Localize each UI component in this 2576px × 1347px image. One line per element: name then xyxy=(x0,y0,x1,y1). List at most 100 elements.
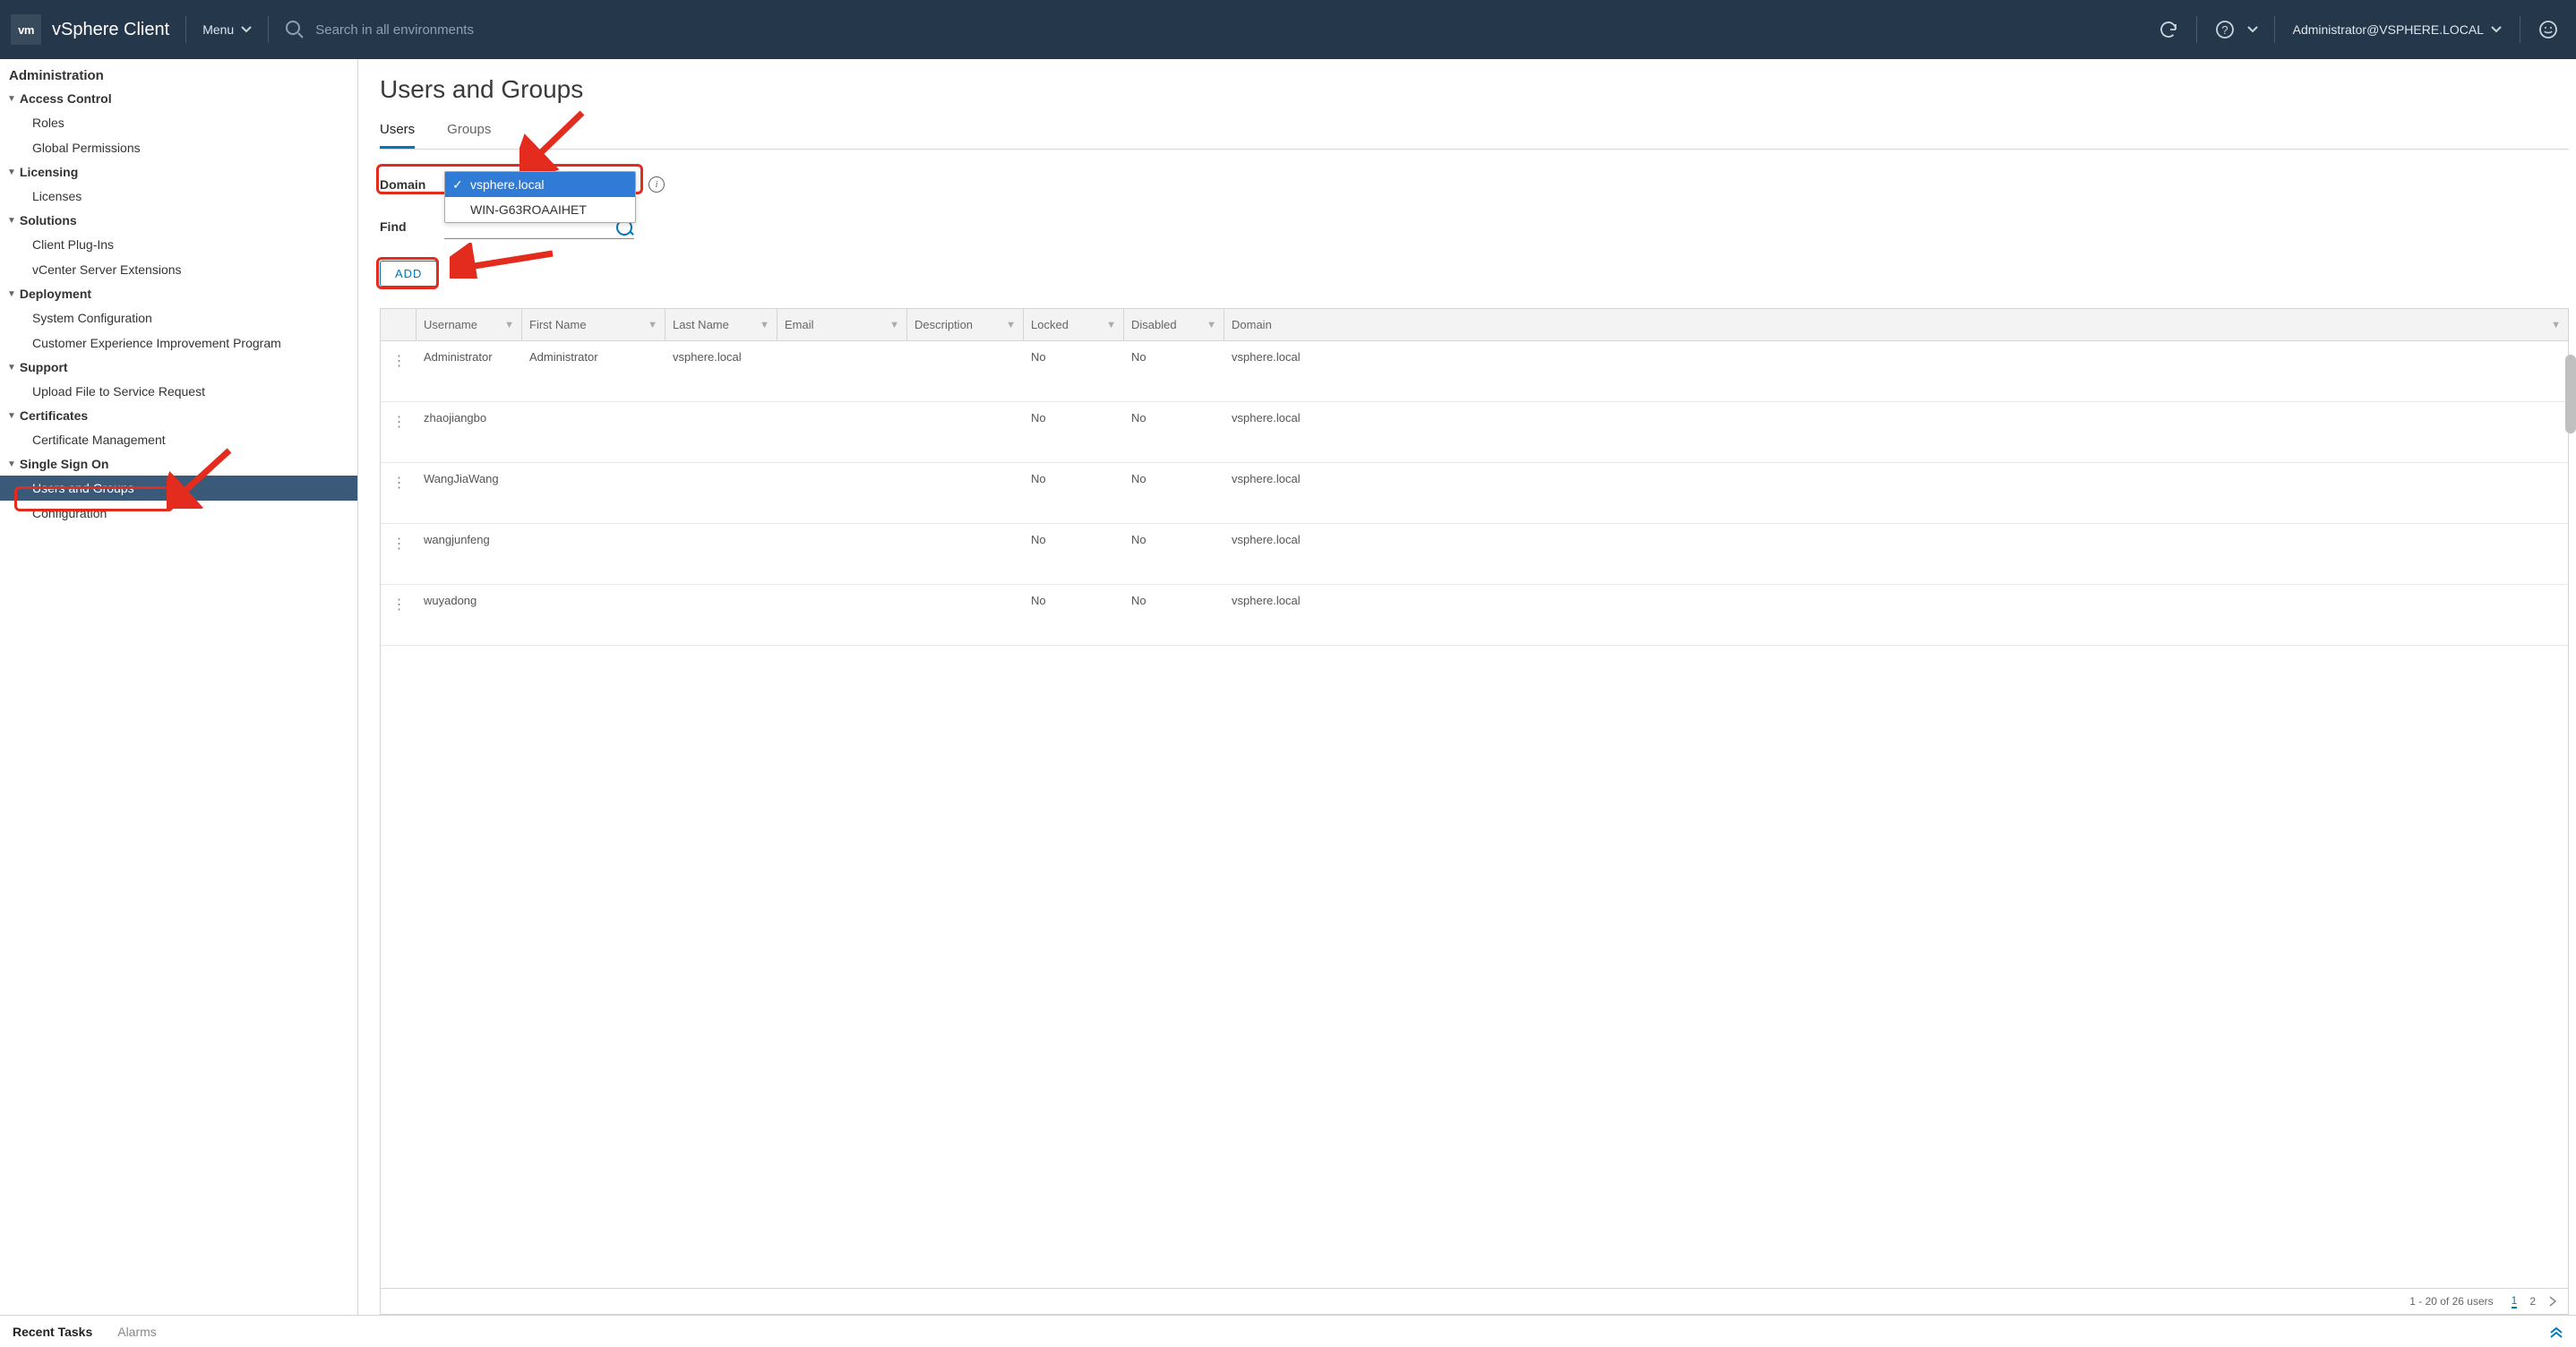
tab-groups[interactable]: Groups xyxy=(447,122,491,149)
table-row[interactable]: ⋮AdministratorAdministratorvsphere.local… xyxy=(381,341,2568,402)
caret-down-icon: ▼ xyxy=(7,459,16,469)
row-actions-menu[interactable]: ⋮ xyxy=(381,341,416,401)
chevron-down-icon xyxy=(2247,26,2258,33)
sidebar-section[interactable]: ▼Certificates xyxy=(0,404,357,427)
table-row[interactable]: ⋮wuyadongNoNovsphere.local xyxy=(381,585,2568,646)
chevron-right-icon xyxy=(2548,1296,2557,1307)
global-search[interactable] xyxy=(285,20,2151,39)
domain-option[interactable]: WIN-G63ROAAIHET xyxy=(445,197,635,222)
domain-option-selected[interactable]: vsphere.local xyxy=(445,172,635,197)
table-row[interactable]: ⋮wangjunfengNoNovsphere.local xyxy=(381,524,2568,585)
section-label: Single Sign On xyxy=(20,457,109,471)
sidebar-item[interactable]: Client Plug-Ins xyxy=(0,232,357,257)
cell-locked: No xyxy=(1024,402,1124,462)
recent-tasks-tab[interactable]: Recent Tasks xyxy=(13,1325,92,1339)
filter-icon[interactable]: ▼ xyxy=(1106,320,1116,330)
sidebar-item[interactable]: Customer Experience Improvement Program xyxy=(0,330,357,356)
col-actions xyxy=(381,309,416,340)
caret-down-icon: ▼ xyxy=(7,411,16,421)
double-chevron-up-icon xyxy=(2549,1325,2563,1339)
cell-lastname xyxy=(665,585,777,645)
sidebar-root: Administration xyxy=(0,64,357,87)
cell-username: WangJiaWang xyxy=(416,463,522,523)
annotation-arrow xyxy=(450,243,557,279)
info-icon[interactable]: i xyxy=(648,176,665,193)
cell-username: wuyadong xyxy=(416,585,522,645)
sidebar-item[interactable]: Roles xyxy=(0,110,357,135)
alarms-tab[interactable]: Alarms xyxy=(117,1325,157,1339)
user-menu[interactable]: Administrator@VSPHERE.LOCAL xyxy=(2286,22,2509,37)
next-page-button[interactable] xyxy=(2548,1296,2557,1307)
sidebar-section[interactable]: ▼Solutions xyxy=(0,209,357,232)
table-row[interactable]: ⋮zhaojiangboNoNovsphere.local xyxy=(381,402,2568,463)
sidebar-item[interactable]: Global Permissions xyxy=(0,135,357,160)
collapse-panel-button[interactable] xyxy=(2549,1325,2563,1339)
caret-down-icon: ▼ xyxy=(7,94,16,104)
sidebar-section[interactable]: ▼ Single Sign On xyxy=(0,452,357,476)
col-locked[interactable]: Locked▼ xyxy=(1024,309,1124,340)
filter-icon[interactable]: ▼ xyxy=(889,320,899,330)
sidebar-item[interactable]: vCenter Server Extensions xyxy=(0,257,357,282)
col-lastname[interactable]: Last Name▼ xyxy=(665,309,777,340)
domain-select[interactable]: vsphere.local WIN-G63ROAAIHET xyxy=(444,171,636,198)
col-description[interactable]: Description▼ xyxy=(907,309,1024,340)
add-button[interactable]: ADD xyxy=(380,261,437,287)
cell-domain: vsphere.local xyxy=(1224,585,2568,645)
topbar: vm vSphere Client Menu ? Administrator@V… xyxy=(0,0,2576,59)
row-actions-menu[interactable]: ⋮ xyxy=(381,463,416,523)
cell-lastname xyxy=(665,402,777,462)
cell-email xyxy=(777,341,907,401)
sidebar-section[interactable]: ▼Licensing xyxy=(0,160,357,184)
filter-icon[interactable]: ▼ xyxy=(504,320,514,330)
filter-icon[interactable]: ▼ xyxy=(2551,320,2561,330)
page-1[interactable]: 1 xyxy=(2512,1294,2518,1308)
col-firstname[interactable]: First Name▼ xyxy=(522,309,665,340)
filter-icon[interactable]: ▼ xyxy=(1206,320,1216,330)
smiley-icon xyxy=(2538,20,2558,39)
cell-firstname xyxy=(522,585,665,645)
refresh-button[interactable] xyxy=(2151,13,2185,47)
sidebar-section[interactable]: ▼Deployment xyxy=(0,282,357,305)
filter-icon[interactable]: ▼ xyxy=(648,320,657,330)
caret-down-icon: ▼ xyxy=(7,216,16,226)
cell-email xyxy=(777,524,907,584)
scrollbar[interactable] xyxy=(2565,355,2576,433)
cell-email xyxy=(777,463,907,523)
cell-username: zhaojiangbo xyxy=(416,402,522,462)
col-domain[interactable]: Domain▼ xyxy=(1224,309,2568,340)
sidebar-item[interactable]: Licenses xyxy=(0,184,357,209)
sidebar-item[interactable]: Certificate Management xyxy=(0,427,357,452)
table-row[interactable]: ⋮WangJiaWangNoNovsphere.local xyxy=(381,463,2568,524)
cell-firstname xyxy=(522,402,665,462)
filter-icon[interactable]: ▼ xyxy=(760,320,769,330)
page-title: Users and Groups xyxy=(380,75,2569,104)
feedback-button[interactable] xyxy=(2531,13,2565,47)
filter-icon[interactable]: ▼ xyxy=(1006,320,1016,330)
col-username[interactable]: Username▼ xyxy=(416,309,522,340)
search-input[interactable] xyxy=(315,22,584,38)
sidebar-section[interactable]: ▼Support xyxy=(0,356,357,379)
refresh-icon xyxy=(2159,20,2178,39)
cell-username: wangjunfeng xyxy=(416,524,522,584)
tabs: Users Groups xyxy=(380,122,2569,150)
help-button[interactable]: ? xyxy=(2208,13,2242,47)
table-footer: 1 - 20 of 26 users 1 2 xyxy=(381,1288,2568,1314)
page-2[interactable]: 2 xyxy=(2529,1295,2536,1308)
find-filter-row: Find xyxy=(380,214,2569,239)
sidebar-item[interactable]: Users and Groups xyxy=(0,476,357,501)
row-actions-menu[interactable]: ⋮ xyxy=(381,585,416,645)
sidebar-section[interactable]: ▼Access Control xyxy=(0,87,357,110)
col-disabled[interactable]: Disabled▼ xyxy=(1124,309,1224,340)
find-label: Find xyxy=(380,219,432,234)
row-actions-menu[interactable]: ⋮ xyxy=(381,524,416,584)
row-actions-menu[interactable]: ⋮ xyxy=(381,402,416,462)
cell-lastname xyxy=(665,524,777,584)
col-email[interactable]: Email▼ xyxy=(777,309,907,340)
table-body: ⋮AdministratorAdministratorvsphere.local… xyxy=(381,341,2568,1288)
divider xyxy=(2196,16,2197,43)
tab-users[interactable]: Users xyxy=(380,122,415,149)
sidebar-item[interactable]: System Configuration xyxy=(0,305,357,330)
menu-dropdown[interactable]: Menu xyxy=(202,22,252,37)
sidebar-item[interactable]: Upload File to Service Request xyxy=(0,379,357,404)
sidebar-item[interactable]: Configuration xyxy=(0,501,357,526)
